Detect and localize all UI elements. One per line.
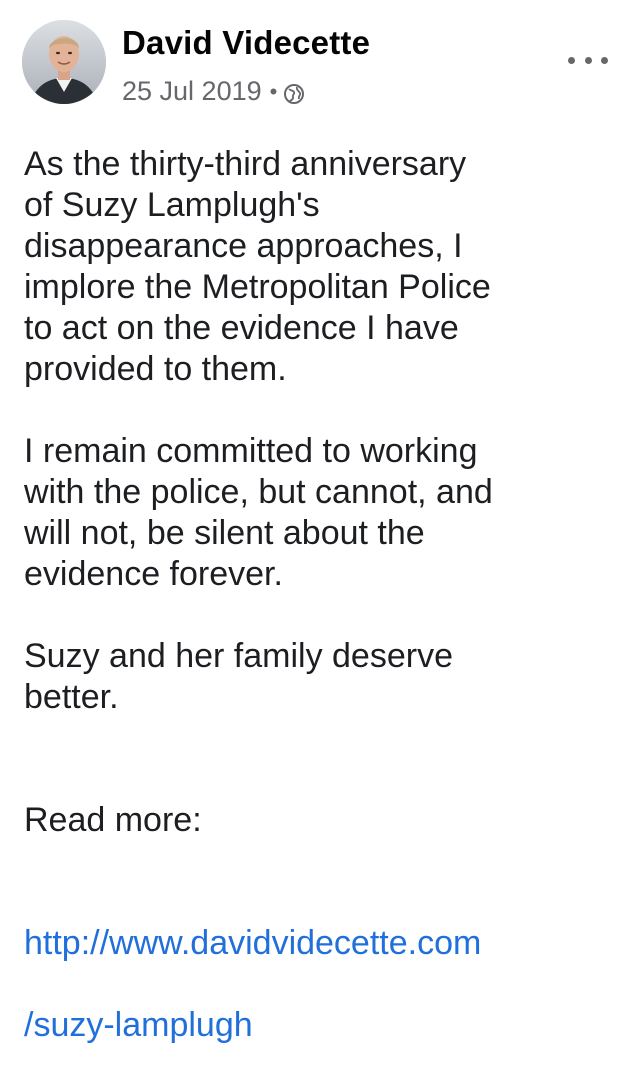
- more-dot: [601, 56, 608, 64]
- author-name[interactable]: David Videcette: [122, 24, 370, 62]
- facebook-post: David Videcette 25 Jul 2019 • As the thi…: [0, 0, 624, 1044]
- link-line-2: /suzy-lamplugh: [24, 1006, 253, 1044]
- post-meta: 25 Jul 2019 •: [122, 76, 305, 107]
- avatar[interactable]: [22, 20, 106, 104]
- more-options-icon[interactable]: [568, 50, 608, 70]
- read-more-label: Read more:: [24, 801, 202, 839]
- more-dot: [568, 56, 575, 64]
- globe-icon: [283, 81, 305, 104]
- post-date[interactable]: 25 Jul 2019: [122, 76, 262, 107]
- post-header: David Videcette 25 Jul 2019 •: [22, 20, 612, 110]
- more-dot: [584, 56, 592, 64]
- meta-separator: •: [269, 78, 278, 104]
- article-link[interactable]: http://www.davidvidecette.com /suzy-lamp…: [24, 882, 614, 1046]
- avatar-image: [22, 20, 106, 104]
- post-body: As the thirty-third anniversary of Suzy …: [24, 144, 614, 1087]
- post-paragraph: I remain committed to working with the p…: [24, 432, 493, 593]
- post-paragraph: As the thirty-third anniversary of Suzy …: [24, 145, 491, 388]
- post-paragraph: Suzy and her family deserve better.: [24, 637, 453, 716]
- link-line-1: http://www.davidvidecette.com: [24, 924, 482, 962]
- read-more-block: Read more: http://www.davidvidecette.com…: [24, 759, 614, 1087]
